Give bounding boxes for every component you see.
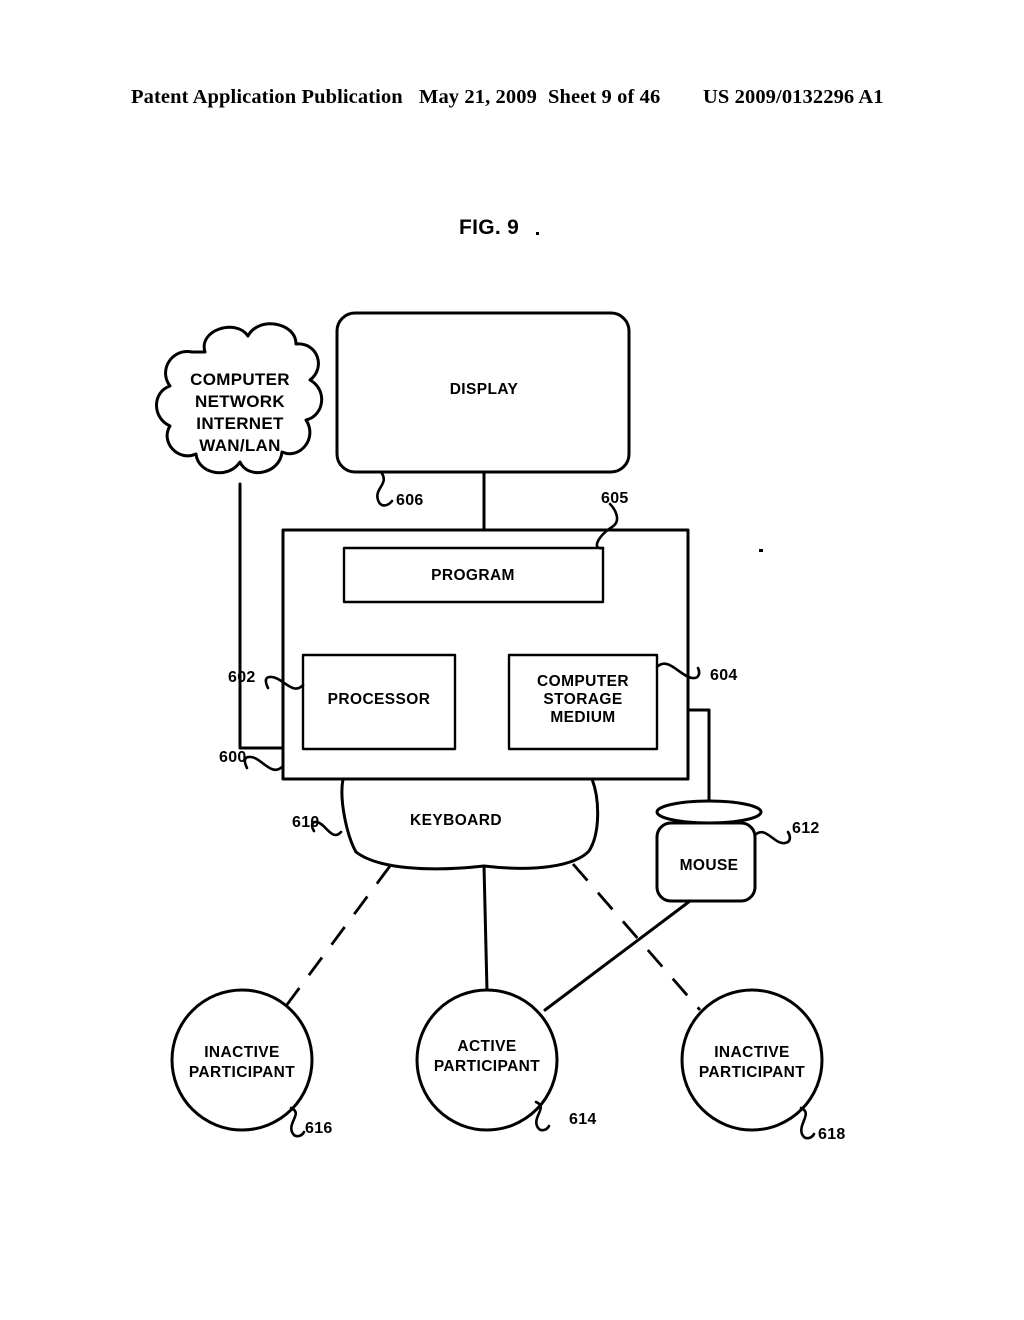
link-mouse-to-active xyxy=(543,899,692,1012)
leader-line-618 xyxy=(799,1106,816,1140)
ref-number-612: 612 xyxy=(792,820,820,837)
mouse-ellipse-cap xyxy=(655,799,763,825)
leader-line-600 xyxy=(243,755,285,772)
storage-medium-line-3: MEDIUM xyxy=(550,709,615,726)
program-label: PROGRAM xyxy=(431,567,515,584)
ref-number-606: 606 xyxy=(396,492,424,509)
ref-number-614: 614 xyxy=(569,1111,597,1128)
storage-medium-line-2: STORAGE xyxy=(543,691,622,708)
participant-right-line-2: PARTICIPANT xyxy=(699,1064,805,1081)
connector-network-to-chassis xyxy=(238,482,285,750)
ref-number-605: 605 xyxy=(601,490,629,507)
ref-number-600: 600 xyxy=(219,749,247,766)
leader-line-616 xyxy=(289,1106,306,1138)
ref-number-602: 602 xyxy=(228,669,256,686)
participant-center-line-1: ACTIVE xyxy=(457,1038,516,1055)
processor-label: PROCESSOR xyxy=(328,691,431,708)
mouse-label: MOUSE xyxy=(680,857,739,874)
link-keyboard-to-active xyxy=(482,864,489,993)
ref-number-604: 604 xyxy=(710,667,738,684)
leader-line-606 xyxy=(376,470,394,507)
figure-drawing: COMPUTER NETWORK INTERNET WAN/LAN DISPLA… xyxy=(155,311,846,1143)
ref-number-616: 616 xyxy=(305,1120,333,1137)
network-cloud-line-4: WAN/LAN xyxy=(199,436,280,455)
network-cloud-line-2: NETWORK xyxy=(195,392,285,411)
display-label: DISPLAY xyxy=(450,381,519,398)
participant-left-line-1: INACTIVE xyxy=(204,1044,280,1061)
ref-number-610: 610 xyxy=(292,814,320,831)
participant-right-line-1: INACTIVE xyxy=(714,1044,790,1061)
leader-line-612 xyxy=(753,830,792,845)
keyboard-label: KEYBOARD xyxy=(410,812,502,829)
participant-center-line-2: PARTICIPANT xyxy=(434,1058,540,1075)
network-cloud-line-3: INTERNET xyxy=(196,414,284,433)
link-keyboard-to-inactive-left xyxy=(281,865,392,1011)
ref-number-618: 618 xyxy=(818,1126,846,1143)
participant-left-line-2: PARTICIPANT xyxy=(189,1064,295,1081)
network-cloud-line-1: COMPUTER xyxy=(190,370,290,389)
connector-chassis-to-mouse xyxy=(686,708,711,814)
storage-medium-line-1: COMPUTER xyxy=(537,673,629,690)
